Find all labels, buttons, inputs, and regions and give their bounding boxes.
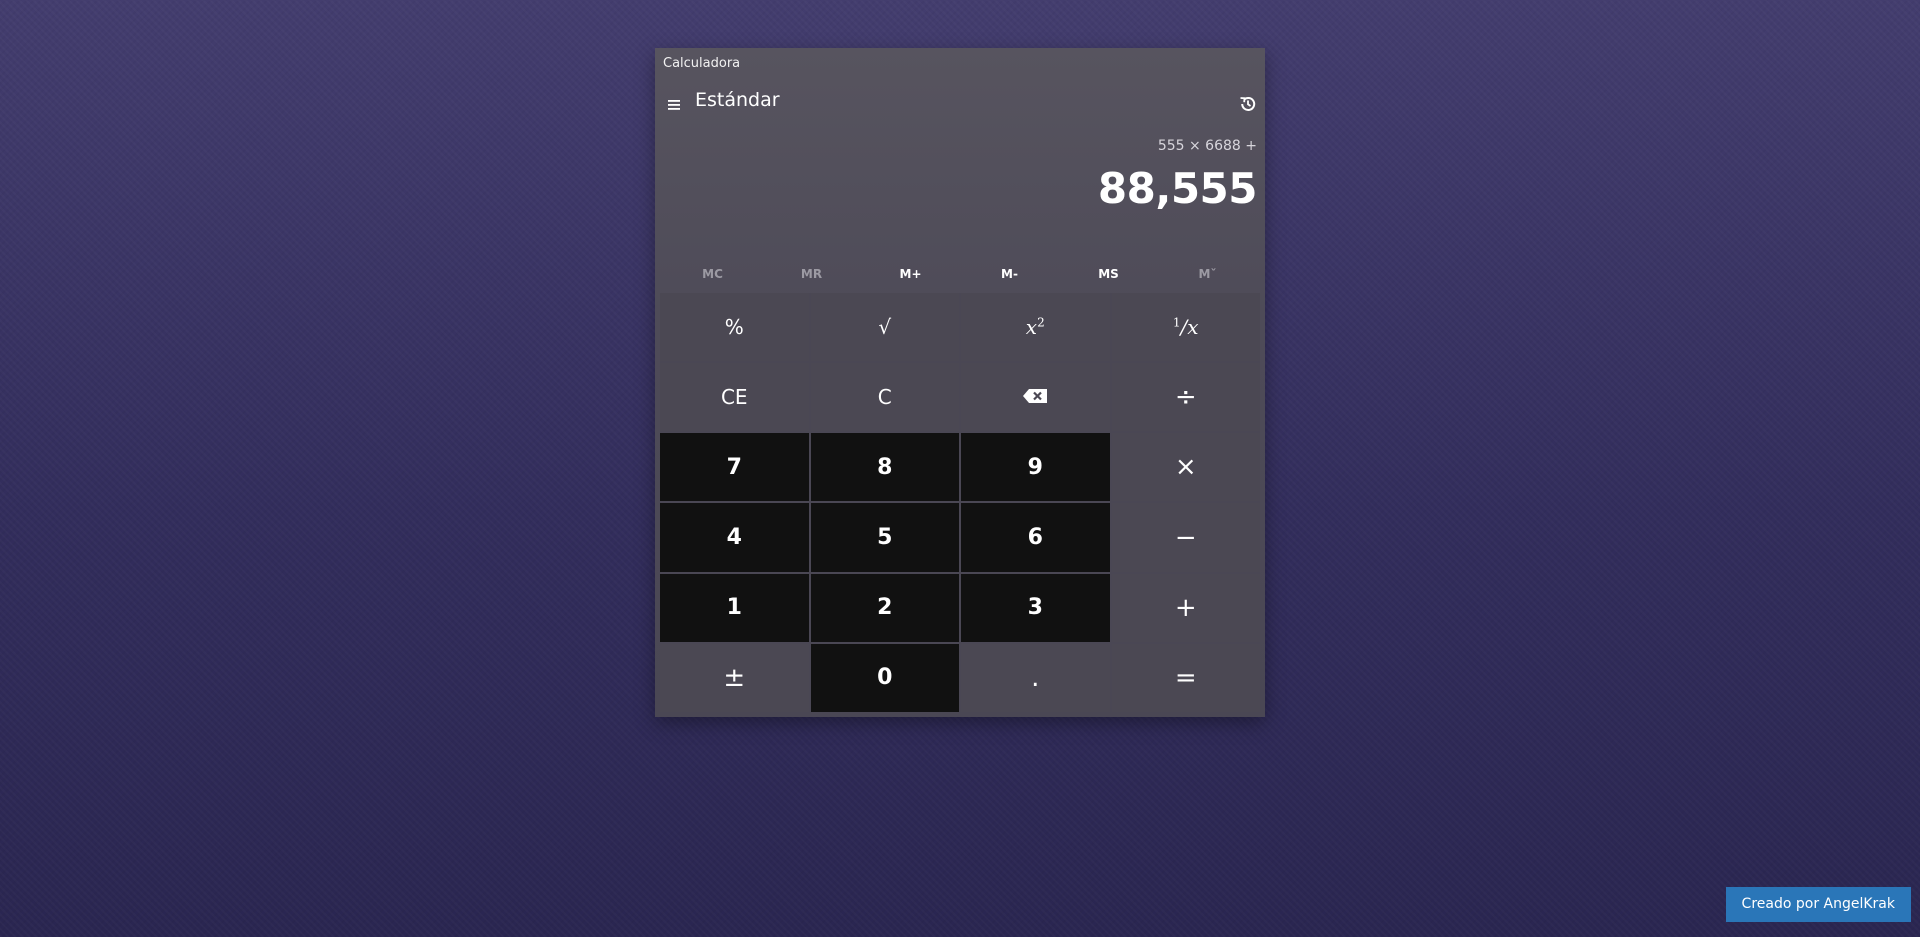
digit-9-button[interactable]: 9 [961,433,1110,502]
digit-0-button[interactable]: 0 [810,643,959,712]
square-label: x2 [1026,315,1045,339]
digit-4-button[interactable]: 4 [660,503,809,572]
clear-entry-button[interactable]: CE [660,363,809,432]
backspace-icon [1022,385,1048,409]
history-icon[interactable] [1235,91,1261,117]
digit-3-button[interactable]: 3 [961,573,1110,642]
memory-row: MC MR M+ M- MS Mˇ [663,264,1257,284]
memory-add-button[interactable]: M+ [861,264,960,284]
memory-subtract-button[interactable]: M- [960,264,1059,284]
divide-button[interactable]: ÷ [1111,363,1260,432]
mode-title: Estándar [695,89,780,111]
decimal-button[interactable]: . [961,643,1110,712]
window-title: Calculadora [663,56,741,71]
digit-1-button[interactable]: 1 [660,573,809,642]
expression-display: 555 × 6688 + [1157,138,1257,154]
keypad: % √ x2 1/x CE C ÷ 7 8 9 × 4 5 6 − 1 2 3 [660,293,1260,712]
square-root-button[interactable]: √ [810,293,959,362]
square-base: x [1025,315,1038,340]
credit-badge[interactable]: Creado por AngelKrak [1725,887,1911,922]
memory-list-button[interactable]: Mˇ [1158,264,1257,284]
backspace-button[interactable] [961,363,1110,432]
multiply-button[interactable]: × [1111,433,1260,502]
square-button[interactable]: x2 [961,293,1110,362]
digit-2-button[interactable]: 2 [810,573,959,642]
memory-recall-button[interactable]: MR [762,264,861,284]
add-button[interactable]: + [1111,573,1260,642]
memory-clear-button[interactable]: MC [663,264,762,284]
percent-button[interactable]: % [660,293,809,362]
square-exponent: 2 [1037,315,1045,330]
calculator-window: Calculadora Estándar 555 × 6688 + 88,555… [655,48,1265,717]
clear-button[interactable]: C [810,363,959,432]
digit-5-button[interactable]: 5 [810,503,959,572]
reciprocal-numerator: 1 [1172,315,1181,330]
reciprocal-label: 1/x [1173,315,1199,339]
subtract-button[interactable]: − [1111,503,1260,572]
reciprocal-button[interactable]: 1/x [1111,293,1260,362]
digit-6-button[interactable]: 6 [961,503,1110,572]
digit-8-button[interactable]: 8 [810,433,959,502]
equals-button[interactable]: = [1111,643,1260,712]
result-display: 88,555 [1097,164,1258,213]
memory-store-button[interactable]: MS [1059,264,1158,284]
digit-7-button[interactable]: 7 [660,433,809,502]
hamburger-menu-icon[interactable] [661,92,687,118]
reciprocal-denominator: /x [1180,315,1199,340]
negate-button[interactable]: ± [660,643,809,712]
